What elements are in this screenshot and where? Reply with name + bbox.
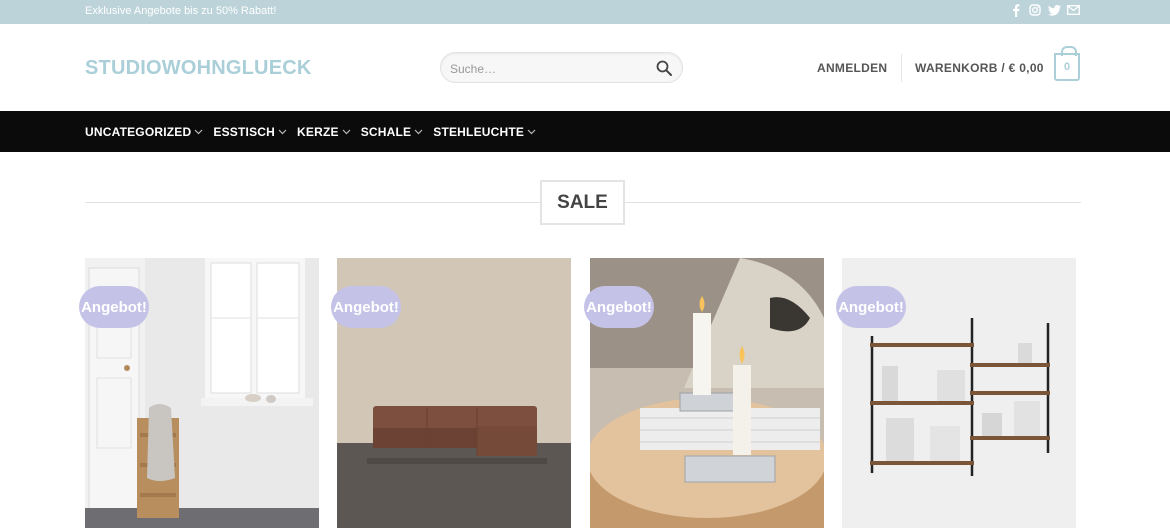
- sale-badge: Angebot!: [331, 286, 401, 328]
- chevron-down-icon: [414, 129, 423, 134]
- nav-item-kerze[interactable]: KERZE: [297, 125, 351, 139]
- email-icon[interactable]: [1066, 3, 1080, 17]
- chevron-down-icon: [342, 129, 351, 134]
- section-title: SALE: [540, 180, 625, 225]
- instagram-icon[interactable]: [1028, 3, 1042, 17]
- nav-item-uncategorized[interactable]: UNCATEGORIZED: [85, 125, 203, 139]
- search-input[interactable]: [450, 60, 640, 77]
- nav-item-stehleuchte[interactable]: STEHLEUCHTE: [433, 125, 536, 139]
- sale-badge: Angebot!: [79, 286, 149, 328]
- top-bar: Exklusive Angebote bis zu 50% Rabatt!: [0, 0, 1170, 24]
- site-logo[interactable]: STUDIOWOHNGLUECK: [85, 57, 312, 80]
- chevron-down-icon: [278, 129, 287, 134]
- sale-badge: Angebot!: [584, 286, 654, 328]
- search-box: [440, 52, 683, 83]
- site-header: STUDIOWOHNGLUECK ANMELDEN WARENKORB / € …: [0, 24, 1170, 111]
- nav-item-schale[interactable]: SCHALE: [361, 125, 424, 139]
- promo-text: Exklusive Angebote bis zu 50% Rabatt!: [85, 5, 277, 17]
- login-link[interactable]: ANMELDEN: [817, 61, 887, 75]
- main-nav: UNCATEGORIZED ESSTISCH KERZE SCHALE STEH…: [0, 111, 1170, 152]
- nav-list: UNCATEGORIZED ESSTISCH KERZE SCHALE STEH…: [85, 111, 536, 152]
- header-divider: [901, 54, 902, 82]
- cart-link[interactable]: WARENKORB / € 0,00: [915, 61, 1044, 75]
- social-links: [1009, 3, 1080, 17]
- facebook-icon[interactable]: [1009, 3, 1023, 17]
- sale-badge: Angebot!: [836, 286, 906, 328]
- chevron-down-icon: [194, 129, 203, 134]
- chevron-down-icon: [527, 129, 536, 134]
- search-icon[interactable]: [655, 59, 673, 77]
- cart-count-badge[interactable]: 0: [1054, 46, 1080, 81]
- twitter-icon[interactable]: [1047, 3, 1061, 17]
- nav-item-esstisch[interactable]: ESSTISCH: [213, 125, 287, 139]
